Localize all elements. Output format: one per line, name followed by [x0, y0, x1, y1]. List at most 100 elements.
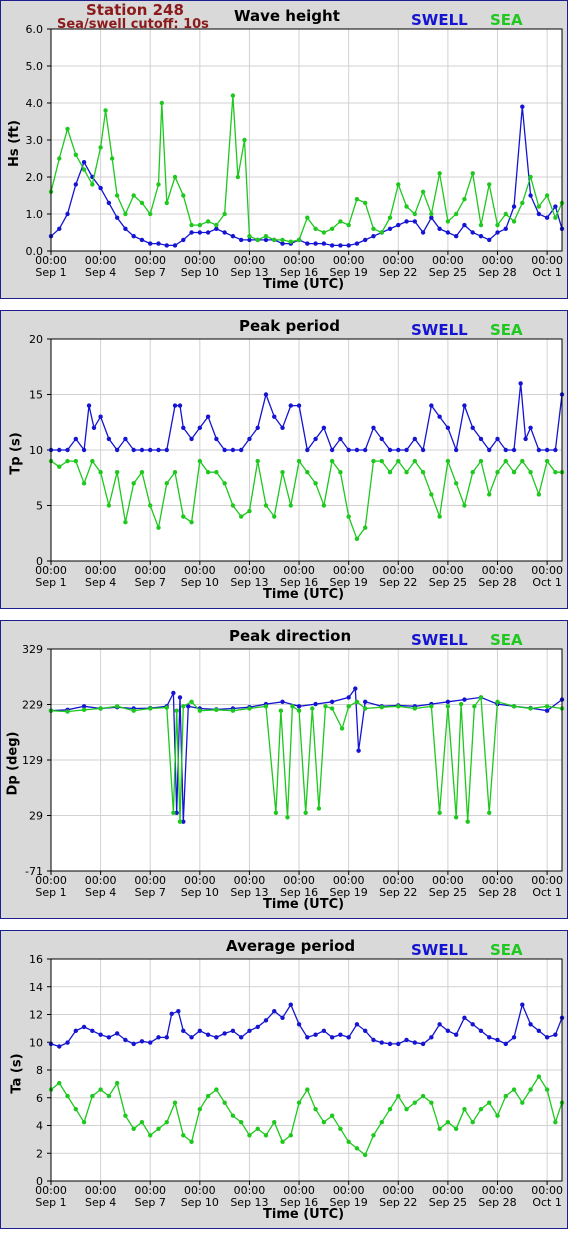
- data-point-sea: [346, 222, 351, 228]
- chart-title: Wave height: [234, 7, 340, 25]
- x-tick-label: Sep 1: [35, 886, 66, 899]
- data-point-sea: [272, 237, 277, 243]
- data-point-swell: [470, 230, 475, 235]
- data-point-swell: [171, 690, 176, 696]
- data-point-swell: [156, 1035, 161, 1040]
- data-point-swell: [420, 230, 426, 235]
- x-axis-label: Time (UTC): [263, 277, 345, 292]
- data-point-sea: [503, 458, 508, 464]
- data-point-sea: [338, 219, 343, 224]
- data-point-swell: [73, 436, 79, 442]
- data-point-sea: [495, 699, 500, 705]
- data-point-swell: [114, 215, 120, 220]
- data-point-sea: [470, 1120, 475, 1125]
- data-point-swell: [296, 1022, 302, 1027]
- y-tick-label: 16: [29, 953, 43, 966]
- data-point-sea: [255, 237, 260, 243]
- data-point-sea: [520, 458, 525, 464]
- data-point-swell: [123, 436, 128, 442]
- data-point-sea: [214, 1087, 219, 1092]
- data-point-sea: [445, 704, 451, 709]
- x-tick-label: Sep 1: [35, 266, 66, 279]
- data-point-swell: [354, 1022, 360, 1027]
- data-point-sea: [156, 182, 161, 187]
- x-tick-label: Oct 1: [532, 886, 562, 899]
- x-tick-label: Sep 22: [379, 266, 417, 279]
- data-point-sea: [57, 156, 62, 161]
- data-point-swell: [462, 697, 467, 702]
- data-point-sea: [472, 704, 477, 709]
- data-point-sea: [280, 237, 285, 243]
- data-point-sea: [412, 458, 418, 464]
- data-point-sea: [247, 1133, 252, 1138]
- y-tick-label: 29: [29, 810, 43, 823]
- data-point-sea: [214, 470, 219, 475]
- data-point-swell: [205, 414, 211, 419]
- data-point-swell: [81, 1024, 87, 1030]
- data-point-sea: [57, 464, 62, 469]
- data-point-swell: [189, 230, 194, 235]
- data-point-sea: [222, 211, 227, 217]
- data-point-sea: [346, 704, 351, 709]
- data-point-sea: [536, 1074, 542, 1079]
- data-point-swell: [462, 1015, 467, 1020]
- data-point-sea: [197, 1106, 203, 1112]
- data-point-sea: [230, 93, 236, 98]
- data-point-swell: [437, 414, 442, 419]
- data-point-swell: [396, 222, 401, 228]
- data-point-swell: [222, 1031, 227, 1036]
- data-point-sea: [65, 1093, 70, 1099]
- x-tick-label: Sep 10: [181, 576, 219, 589]
- data-point-sea: [329, 226, 335, 231]
- data-point-sea: [313, 1106, 318, 1112]
- data-point-sea: [263, 704, 269, 709]
- data-point-sea: [321, 230, 327, 235]
- data-point-sea: [511, 704, 517, 709]
- data-point-swell: [98, 185, 103, 191]
- data-point-swell: [164, 243, 169, 248]
- data-point-sea: [412, 706, 418, 711]
- data-point-sea: [379, 458, 384, 464]
- data-point-sea: [171, 810, 176, 816]
- data-point-sea: [189, 519, 194, 525]
- data-point-swell: [353, 686, 358, 691]
- data-point-swell: [73, 182, 79, 187]
- data-point-swell: [553, 204, 558, 209]
- data-point-sea: [205, 470, 211, 475]
- data-point-swell: [296, 403, 302, 408]
- data-point-swell: [131, 447, 136, 453]
- data-point-swell: [313, 241, 318, 246]
- y-tick-label: 1.0: [26, 208, 44, 221]
- data-point-swell: [396, 447, 401, 453]
- y-tick-label: 129: [22, 754, 43, 767]
- data-point-sea: [528, 706, 533, 711]
- data-point-sea: [354, 197, 360, 202]
- data-point-sea: [453, 1126, 459, 1131]
- data-point-swell: [238, 447, 244, 453]
- data-point-sea: [478, 1106, 484, 1112]
- average-period-chart: 024681012141600:00Sep 100:00Sep 400:00Se…: [29, 953, 565, 1209]
- data-point-swell: [296, 704, 302, 709]
- x-tick-label: Oct 1: [532, 266, 562, 279]
- data-point-sea: [230, 503, 236, 508]
- data-point-swell: [536, 447, 542, 453]
- data-point-sea: [296, 237, 302, 243]
- data-point-sea: [197, 458, 203, 464]
- data-point-swell: [98, 414, 103, 419]
- data-point-sea: [131, 708, 136, 713]
- data-point-sea: [553, 1120, 558, 1125]
- data-point-swell: [156, 241, 161, 246]
- legend-swell: SWELL: [411, 321, 468, 339]
- data-point-swell: [230, 1028, 236, 1034]
- data-point-sea: [544, 458, 550, 464]
- data-point-sea: [346, 1139, 351, 1145]
- data-point-sea: [131, 1126, 136, 1131]
- chart-title: Average period: [226, 937, 356, 955]
- chart-title: Peak period: [239, 317, 340, 335]
- data-point-sea: [462, 197, 467, 202]
- data-point-sea: [528, 1087, 533, 1092]
- data-point-sea: [478, 222, 484, 228]
- data-point-sea: [396, 704, 401, 709]
- data-point-swell: [177, 695, 183, 700]
- data-point-sea: [290, 704, 295, 709]
